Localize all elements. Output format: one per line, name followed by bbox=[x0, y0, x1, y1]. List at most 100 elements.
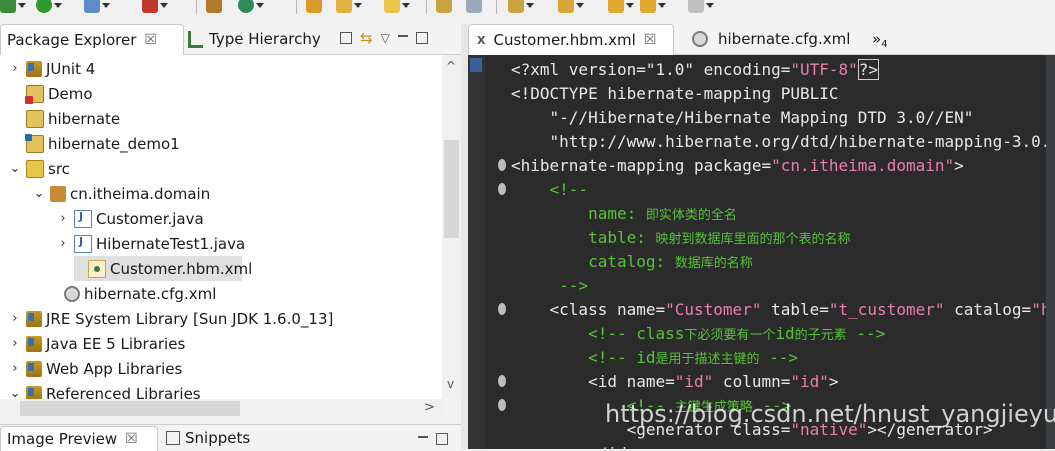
tab-label: Image Preview bbox=[7, 430, 118, 448]
coverage-button[interactable] bbox=[84, 0, 110, 14]
scroll-up-icon[interactable]: ^ bbox=[446, 59, 456, 73]
tree-item[interactable]: ⌄ src bbox=[0, 156, 442, 181]
scroll-right-icon[interactable]: > bbox=[424, 400, 435, 415]
tab-package-explorer[interactable]: Package Explorer ☒ bbox=[0, 24, 184, 55]
code-line[interactable]: <!DOCTYPE hibernate-mapping PUBLIC bbox=[511, 82, 839, 106]
java-project-icon bbox=[25, 133, 44, 153]
code-line[interactable]: <?xml version="1.0" encoding="UTF-8"?> bbox=[511, 58, 880, 82]
run-button[interactable] bbox=[36, 0, 62, 14]
fold-toggle-icon[interactable] bbox=[498, 303, 506, 315]
tree-item-label: Customer.hbm.xml bbox=[110, 259, 253, 278]
collapse-all-icon[interactable] bbox=[340, 32, 352, 44]
tree-item-label: Web App Libraries bbox=[46, 359, 183, 378]
show-whitespace-button[interactable] bbox=[466, 0, 482, 14]
expand-icon[interactable]: › bbox=[8, 311, 22, 326]
code-line[interactable]: "http://www.hibernate.org/dtd/hibernate-… bbox=[511, 130, 1055, 154]
library-icon bbox=[26, 360, 42, 377]
tree-item[interactable]: › Java EE 5 Libraries bbox=[0, 331, 442, 356]
config-file-icon bbox=[692, 31, 708, 47]
expand-icon[interactable]: › bbox=[8, 336, 22, 351]
expand-icon[interactable]: › bbox=[8, 361, 22, 376]
scrollbar-thumb[interactable] bbox=[20, 401, 240, 416]
code-line[interactable]: <!-- class下必须要有一个id的子元素 --> bbox=[511, 322, 885, 346]
tab-type-hierarchy[interactable]: Type Hierarchy bbox=[188, 24, 324, 54]
close-icon[interactable]: ☒ bbox=[125, 431, 138, 447]
scroll-down-icon[interactable]: v bbox=[447, 377, 454, 391]
code-line[interactable]: name: 即实体类的全名 bbox=[511, 202, 737, 226]
tree-item[interactable]: Demo bbox=[0, 81, 442, 106]
close-icon[interactable]: ☒ bbox=[644, 32, 657, 48]
collapse-icon[interactable]: ⌄ bbox=[8, 161, 22, 176]
code-token: "cn.itheima.domain" bbox=[771, 156, 955, 175]
open-type-button[interactable] bbox=[306, 0, 322, 14]
annotation-button[interactable] bbox=[508, 0, 534, 14]
next-annotation-button[interactable] bbox=[558, 0, 584, 14]
fold-toggle-icon[interactable] bbox=[498, 159, 506, 171]
code-token: 是用于描述主键的 bbox=[655, 352, 760, 367]
back-history-button[interactable] bbox=[640, 0, 666, 14]
tree-item[interactable]: › JRE System Library [Sun JDK 1.6.0_13] bbox=[0, 306, 442, 331]
code-line[interactable]: <!-- id是用于描述主键的 --> bbox=[511, 346, 798, 370]
minimize-icon[interactable] bbox=[418, 436, 428, 438]
expand-icon[interactable]: › bbox=[8, 61, 22, 76]
toggle-mark-button[interactable] bbox=[436, 0, 452, 14]
more-tabs-button[interactable]: » 4 bbox=[872, 24, 898, 54]
tree-item[interactable]: hibernate_demo1 bbox=[0, 131, 442, 156]
tab-customer-hbm-xml[interactable]: X Customer.hbm.xml ☒ bbox=[468, 24, 674, 55]
collapse-icon[interactable]: ⌄ bbox=[32, 186, 46, 201]
library-icon bbox=[26, 335, 42, 352]
debug-button[interactable] bbox=[0, 0, 26, 14]
view-menu-icon[interactable]: ▽ bbox=[381, 31, 390, 45]
external-tools-button[interactable] bbox=[142, 0, 168, 14]
tab-image-preview[interactable]: Image Preview ☒ bbox=[0, 426, 158, 451]
link-with-editor-icon[interactable]: ⇆ bbox=[360, 29, 373, 47]
code-line[interactable]: </id> bbox=[511, 442, 636, 449]
code-line[interactable]: <hibernate-mapping package="cn.itheima.d… bbox=[498, 154, 964, 178]
code-line[interactable]: --> bbox=[511, 274, 588, 298]
code-line[interactable]: table: 映射到数据库里面的那个表的名称 bbox=[511, 226, 850, 250]
xml-editor[interactable]: <?xml version="1.0" encoding="UTF-8"?> <!… bbox=[485, 55, 1055, 449]
new-server-button[interactable] bbox=[206, 0, 222, 14]
expand-icon[interactable]: › bbox=[56, 211, 70, 226]
code-line[interactable]: catalog: 数据库的名称 bbox=[511, 250, 753, 274]
tree-item-label: Referenced Libraries bbox=[46, 384, 201, 400]
code-token: "t_customer" bbox=[828, 300, 945, 319]
collapse-icon[interactable]: ⌄ bbox=[8, 386, 22, 399]
fold-toggle-icon[interactable] bbox=[498, 399, 506, 411]
xml-file-icon bbox=[88, 259, 106, 278]
tree-item-label: Customer.java bbox=[96, 209, 204, 228]
tree-item[interactable]: › Web App Libraries bbox=[0, 356, 442, 381]
editor-scrollbar[interactable] bbox=[1046, 55, 1055, 449]
tree-item-label: JRE System Library [Sun JDK 1.6.0_13] bbox=[46, 309, 334, 328]
new-class-button[interactable] bbox=[238, 0, 264, 14]
tree-item-label: hibernate.cfg.xml bbox=[84, 284, 217, 303]
tab-snippets[interactable]: Snippets bbox=[166, 426, 258, 450]
tree-item[interactable]: hibernate bbox=[0, 106, 442, 131]
expand-icon[interactable]: › bbox=[56, 236, 70, 251]
tree-item-selected[interactable]: Customer.hbm.xml bbox=[0, 256, 440, 281]
forward-button[interactable] bbox=[688, 0, 714, 14]
tree-item[interactable]: › JUnit 4 bbox=[0, 56, 442, 81]
tab-hibernate-cfg-xml[interactable]: hibernate.cfg.xml bbox=[688, 24, 864, 54]
code-line[interactable]: <!-- bbox=[498, 178, 588, 202]
tree-item[interactable]: ⌄ Referenced Libraries bbox=[0, 381, 442, 399]
close-icon[interactable]: ☒ bbox=[144, 32, 157, 48]
code-line[interactable]: <class name="Customer" table="t_customer… bbox=[498, 298, 1055, 322]
tree-item[interactable]: hibernate.cfg.xml bbox=[0, 281, 442, 306]
back-button[interactable] bbox=[608, 0, 634, 14]
maximize-icon[interactable] bbox=[436, 433, 448, 445]
code-line[interactable]: <id name="id" column="id"> bbox=[498, 370, 839, 394]
maximize-icon[interactable] bbox=[415, 32, 428, 44]
tree-item[interactable]: ⌄ cn.itheima.domain bbox=[0, 181, 442, 206]
fold-toggle-icon[interactable] bbox=[498, 375, 506, 387]
open-folder-button[interactable] bbox=[384, 0, 410, 14]
code-line[interactable]: "-//Hibernate/Hibernate Mapping DTD 3.0/… bbox=[511, 106, 974, 130]
search-button[interactable] bbox=[336, 0, 362, 14]
tree-item[interactable]: › Customer.java bbox=[0, 206, 442, 231]
minimize-icon[interactable] bbox=[397, 35, 408, 37]
scrollbar-thumb[interactable] bbox=[444, 140, 459, 238]
sash[interactable] bbox=[461, 24, 468, 449]
editor-tabbar: X Customer.hbm.xml ☒ hibernate.cfg.xml »… bbox=[468, 24, 1055, 55]
tree-item[interactable]: › HibernateTest1.java bbox=[0, 231, 442, 256]
fold-toggle-icon[interactable] bbox=[498, 183, 506, 195]
